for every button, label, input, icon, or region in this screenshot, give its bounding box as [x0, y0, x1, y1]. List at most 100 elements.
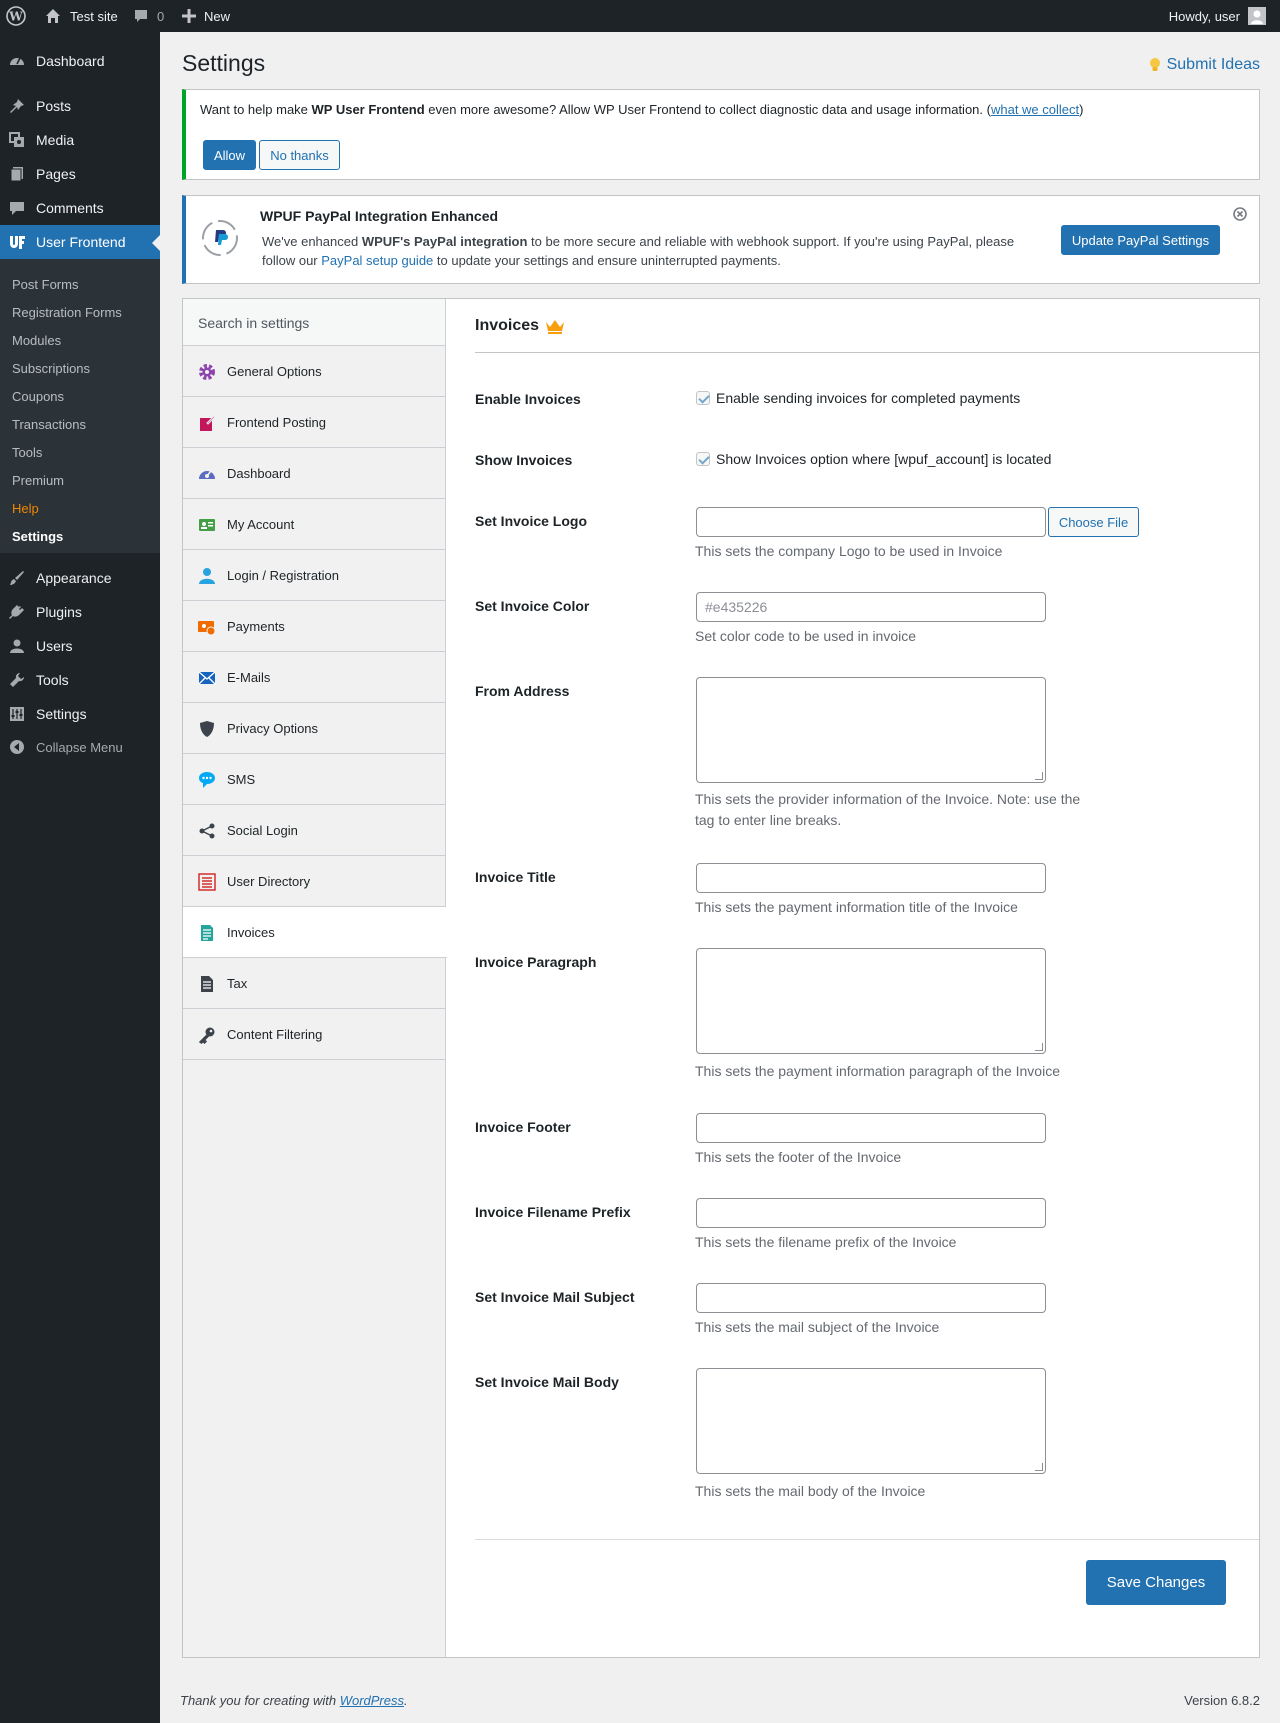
submenu-help[interactable]: Help [12, 501, 39, 516]
nav-emails[interactable]: E-Mails [183, 652, 445, 703]
nav-user-directory[interactable]: User Directory [183, 856, 445, 907]
collapse-icon [10, 740, 24, 754]
new-content-link[interactable]: New [182, 0, 230, 32]
menu-tools[interactable]: Tools [0, 663, 160, 697]
paypal-setup-guide-link[interactable]: PayPal setup guide [321, 253, 433, 268]
submenu-subscriptions[interactable]: Subscriptions [12, 361, 90, 376]
nav-dashboard[interactable]: Dashboard [183, 448, 445, 499]
menu-users[interactable]: Users [0, 629, 160, 663]
submenu-transactions[interactable]: Transactions [12, 417, 86, 432]
gear-icon [199, 364, 215, 380]
nav-social-login[interactable]: Social Login [183, 805, 445, 856]
comments-link[interactable]: 0 [133, 0, 164, 32]
mail-body-textarea[interactable] [696, 1368, 1046, 1474]
submenu-modules[interactable]: Modules [12, 333, 61, 348]
paypal-notice-message: We've enhanced WPUF's PayPal integration… [262, 234, 1015, 268]
section-title: Invoices [475, 317, 565, 335]
submit-ideas-link[interactable]: Submit Ideas [1149, 56, 1260, 74]
divider [475, 1539, 1259, 1540]
nav-tax[interactable]: Tax [183, 958, 445, 1009]
menu-comments[interactable]: Comments [0, 191, 160, 225]
page-title: Settings [182, 50, 266, 76]
submenu-tools[interactable]: Tools [12, 445, 42, 460]
no-thanks-button[interactable]: No thanks [259, 140, 340, 170]
lightbulb-icon [1149, 58, 1160, 71]
invoice-title-description: This sets the payment information title … [695, 899, 1018, 915]
settings-search-input[interactable]: Search in settings [183, 299, 445, 346]
wordpress-link[interactable]: WordPress [340, 1693, 404, 1708]
submenu-post-forms[interactable]: Post Forms [12, 277, 78, 292]
plus-icon [182, 9, 196, 23]
invoice-color-label: Set Invoice Color [475, 598, 590, 614]
invoice-prefix-input[interactable] [696, 1198, 1046, 1228]
menu-appearance[interactable]: Appearance [0, 561, 160, 595]
menu-settings[interactable]: Settings [0, 697, 160, 731]
from-address-textarea[interactable] [696, 677, 1046, 783]
home-icon [46, 9, 60, 23]
nav-login-registration[interactable]: Login / Registration [183, 550, 445, 601]
dashboard-icon [199, 470, 215, 479]
allow-button[interactable]: Allow [203, 140, 256, 170]
invoice-logo-description: This sets the company Logo to be used in… [695, 543, 1003, 559]
comments-count: 0 [157, 8, 165, 24]
update-paypal-settings-button[interactable]: Update PayPal Settings [1061, 225, 1220, 255]
nav-payments[interactable]: Payments [183, 601, 445, 652]
site-name-link[interactable]: Test site [44, 0, 118, 32]
submenu-settings[interactable]: Settings [12, 529, 63, 544]
mail-body-description: This sets the mail body of the Invoice [695, 1483, 926, 1499]
collapse-menu-button[interactable]: Collapse Menu [0, 730, 160, 764]
show-invoices-checkbox[interactable]: Show Invoices option where [wpuf_account… [696, 451, 1051, 467]
sms-icon [199, 772, 215, 788]
invoice-paragraph-textarea[interactable] [696, 948, 1046, 1054]
list-icon [198, 873, 216, 891]
key-icon [198, 1027, 215, 1044]
paypal-logo-icon [202, 220, 238, 256]
dashboard-icon [10, 57, 24, 65]
submenu-coupons[interactable]: Coupons [12, 389, 64, 404]
wordpress-logo-icon[interactable]: W [6, 0, 26, 32]
invoice-footer-input[interactable] [696, 1113, 1046, 1143]
menu-dashboard[interactable]: Dashboard [0, 44, 160, 78]
invoice-title-input[interactable] [696, 863, 1046, 893]
menu-pages[interactable]: Pages [0, 157, 160, 191]
new-label: New [204, 8, 231, 24]
menu-posts[interactable]: Posts [0, 89, 160, 123]
enable-invoices-checkbox[interactable]: Enable sending invoices for completed pa… [696, 390, 1020, 406]
menu-media[interactable]: Media [0, 123, 160, 157]
nav-sms[interactable]: SMS [183, 754, 445, 805]
user-icon [199, 568, 215, 584]
version-text: Version 6.8.2 [1184, 1693, 1260, 1708]
invoice-color-input[interactable]: #e435226 [696, 592, 1046, 622]
settings-icon [10, 707, 24, 721]
invoice-footer-label: Invoice Footer [475, 1119, 571, 1135]
share-icon [199, 823, 215, 839]
invoice-logo-input[interactable] [696, 507, 1046, 537]
nav-my-account[interactable]: My Account [183, 499, 445, 550]
mail-subject-label: Set Invoice Mail Subject [475, 1289, 635, 1305]
admin-bar: W Test site 0 New Howdy, user [0, 0, 1280, 32]
checkbox-checked-icon [696, 391, 710, 405]
mail-body-label: Set Invoice Mail Body [475, 1374, 619, 1390]
brush-icon [10, 571, 24, 585]
my-account-link[interactable]: Howdy, user [1169, 0, 1266, 32]
what-we-collect-link[interactable]: what we collect [991, 102, 1079, 117]
menu-user-frontend[interactable]: User Frontend [0, 225, 160, 259]
close-icon[interactable] [1233, 207, 1247, 221]
mail-subject-input[interactable] [696, 1283, 1046, 1313]
submenu-registration-forms[interactable]: Registration Forms [12, 305, 122, 320]
nav-general-options[interactable]: General Options [183, 346, 445, 397]
submenu-premium[interactable]: Premium [12, 473, 64, 488]
nav-privacy-options[interactable]: Privacy Options [183, 703, 445, 754]
nav-invoices[interactable]: Invoices [183, 907, 447, 958]
pin-icon [10, 99, 24, 113]
save-changes-button[interactable]: Save Changes [1086, 1560, 1226, 1605]
nav-content-filtering[interactable]: Content Filtering [183, 1009, 445, 1060]
invoice-color-description: Set color code to be used in invoice [695, 628, 917, 644]
document-icon [201, 976, 213, 992]
divider [475, 352, 1259, 353]
nav-frontend-posting[interactable]: Frontend Posting [183, 397, 445, 448]
menu-plugins[interactable]: Plugins [0, 595, 160, 629]
choose-file-button[interactable]: Choose File [1048, 507, 1139, 537]
payments-icon [198, 621, 216, 636]
from-address-label: From Address [475, 683, 570, 699]
